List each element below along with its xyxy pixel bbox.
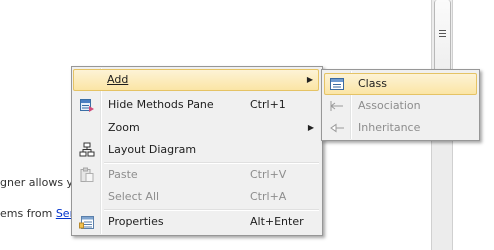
submenu-item-label: Class: [358, 77, 387, 90]
menu-item-layout-diagram[interactable]: Layout Diagram: [74, 139, 320, 161]
inheritance-icon: [330, 123, 344, 133]
background-text: gner allows yo: [0, 176, 80, 189]
menu-item-properties[interactable]: Properties Alt+Enter: [74, 211, 320, 233]
background-text: ems from: [0, 207, 56, 220]
submenu-arrow-icon: ▶: [307, 123, 314, 132]
menu-item-label-text: Add: [107, 73, 129, 86]
menu-item-shortcut: Alt+Enter: [250, 215, 304, 228]
menu-item-shortcut: Ctrl+V: [250, 168, 287, 181]
menu-item-hide-methods-pane[interactable]: Hide Methods Pane Ctrl+1: [74, 94, 320, 116]
submenu-arrow-icon: ▶: [306, 75, 313, 84]
menu-item-label: Add: [107, 70, 128, 90]
paste-icon: [80, 167, 94, 182]
menu-item-shortcut: Ctrl+A: [250, 190, 287, 203]
layout-diagram-icon: [79, 142, 95, 157]
submenu-item-class[interactable]: Class: [324, 73, 477, 95]
submenu-item-inheritance[interactable]: Inheritance: [324, 117, 477, 139]
menu-item-add-highlight[interactable]: Add ▶: [73, 69, 319, 91]
menu-item-label: Select All: [108, 190, 160, 203]
menu-item-label: Hide Methods Pane: [108, 98, 214, 111]
menu-item-label: Paste: [108, 168, 138, 181]
grip-icon: [439, 30, 446, 38]
properties-icon: [79, 216, 94, 229]
context-menu: Add ▶ Hide Methods Pane Ctrl+1 Zoom ▶ La…: [71, 66, 323, 236]
add-submenu: Class Association Inheritance: [321, 69, 480, 141]
menu-item-shortcut: Ctrl+1: [250, 98, 286, 111]
menu-item-label: Layout Diagram: [108, 143, 197, 156]
menu-item-label: Properties: [108, 215, 164, 228]
menu-item-label: Zoom: [108, 121, 140, 134]
class-icon: [330, 78, 344, 90]
hide-methods-icon: [80, 99, 94, 112]
submenu-item-label: Inheritance: [358, 121, 421, 134]
menu-item-zoom[interactable]: Zoom ▶: [74, 117, 320, 139]
menu-item-select-all[interactable]: Select All Ctrl+A: [74, 186, 320, 208]
submenu-item-association[interactable]: Association: [324, 95, 477, 117]
background-text-link-line: ems from Serv: [0, 207, 81, 220]
association-icon: [330, 101, 343, 111]
submenu-item-label: Association: [358, 99, 421, 112]
menu-item-paste[interactable]: Paste Ctrl+V: [74, 164, 320, 186]
